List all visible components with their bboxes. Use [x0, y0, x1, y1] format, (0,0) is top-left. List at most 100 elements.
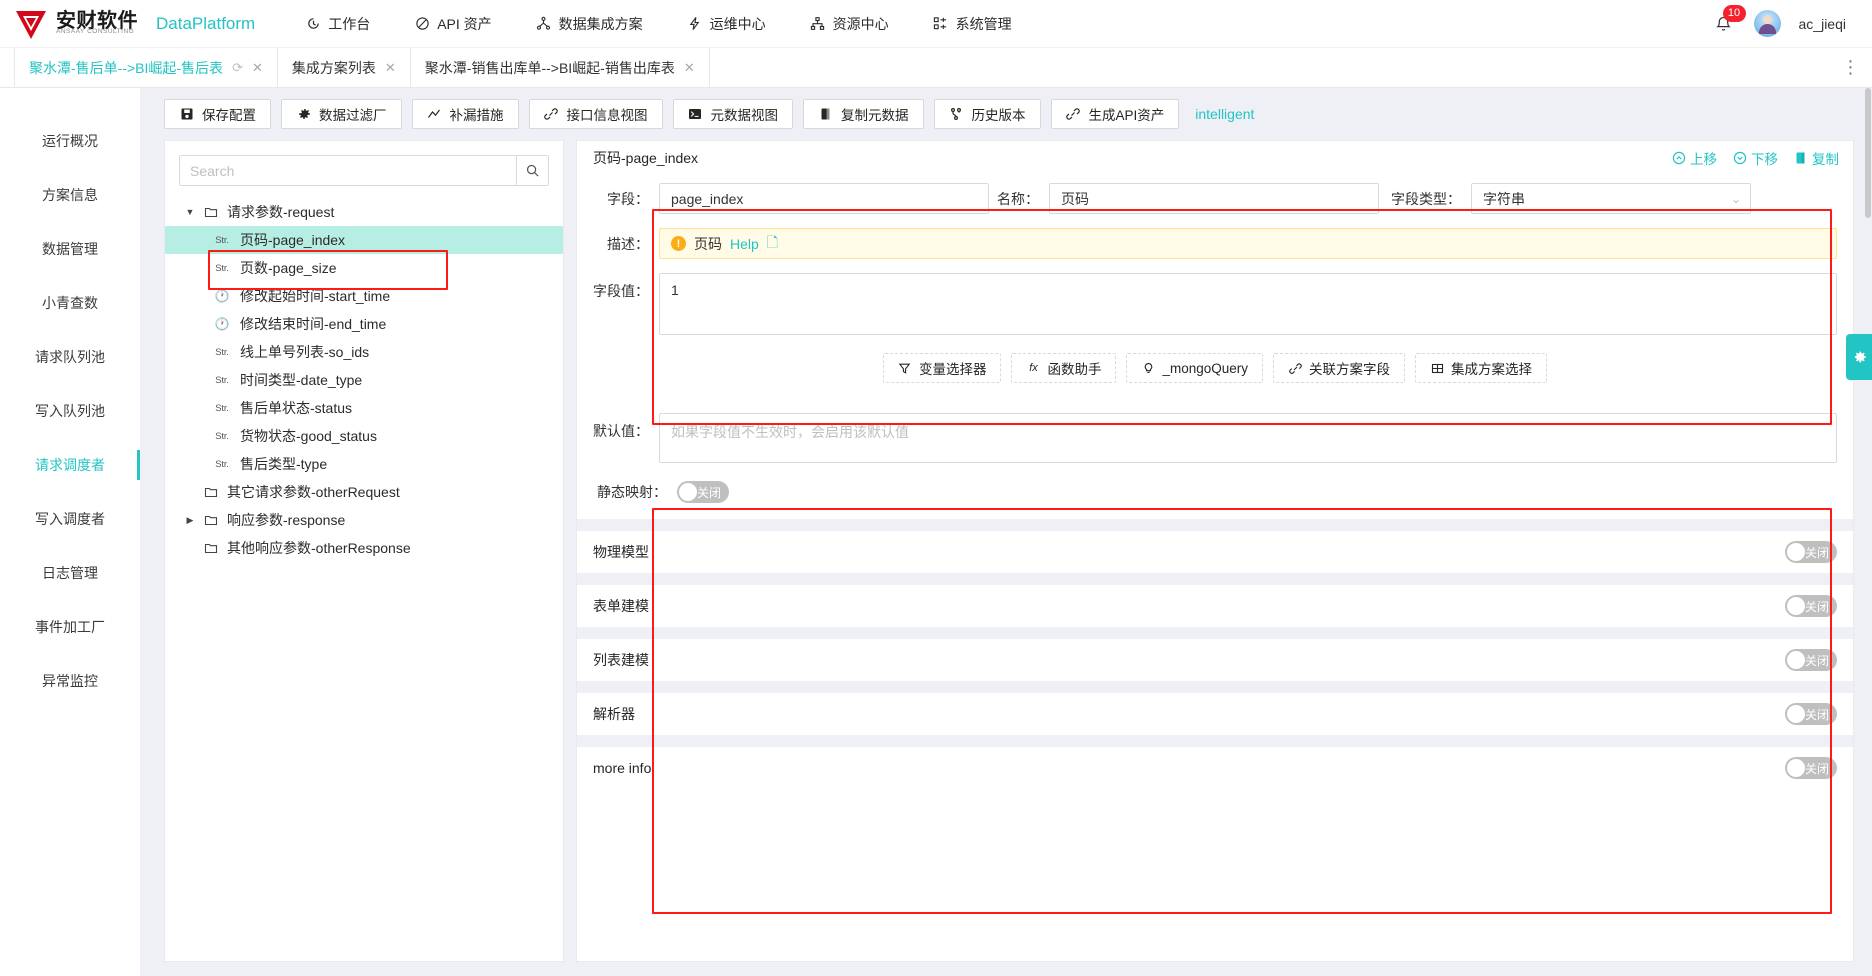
nav-item-system-admin[interactable]: 系统管理: [911, 0, 1034, 48]
form-modeling-toggle[interactable]: 关闭: [1784, 595, 1837, 617]
field-value-label: 字段值：: [593, 283, 649, 299]
tab-aftersale[interactable]: 聚水潭-售后单-->BI崛起-售后表 ⟳ ✕: [14, 48, 278, 87]
sidebar-item-request-queue-pool[interactable]: 请求队列池: [0, 330, 140, 384]
save-config-button[interactable]: 保存配置: [164, 99, 271, 129]
patch-measures-button[interactable]: 补漏措施: [411, 99, 519, 129]
tab-integration-list[interactable]: 集成方案列表 ✕: [278, 48, 411, 87]
tree-node-end-time[interactable]: 🕐 修改结束时间-end_time: [165, 310, 563, 338]
search-box[interactable]: [179, 155, 549, 186]
tree-node-so-ids[interactable]: Str. 线上单号列表-so_ids: [165, 338, 563, 366]
cluster-icon: [810, 16, 826, 32]
sidebar-item-write-scheduler[interactable]: 写入调度者: [0, 492, 140, 546]
parser-toggle[interactable]: 关闭: [1784, 703, 1837, 725]
nav-item-resource-center[interactable]: 资源中心: [788, 0, 911, 48]
interface-info-view-button[interactable]: 接口信息视图: [528, 99, 663, 129]
help-link[interactable]: Help: [730, 236, 759, 252]
field-input[interactable]: [659, 183, 989, 214]
sidebar-item-scheme-info[interactable]: 方案信息: [0, 168, 140, 222]
tree-node-status[interactable]: Str. 售后单状态-status: [165, 394, 563, 422]
nav-item-ops-center[interactable]: 运维中心: [665, 0, 788, 48]
close-icon[interactable]: ✕: [385, 60, 396, 76]
sidebar-item-event-factory[interactable]: 事件加工厂: [0, 600, 140, 654]
avatar[interactable]: [1753, 10, 1781, 37]
generate-api-asset-button[interactable]: 生成API资产: [1050, 99, 1180, 129]
variable-selector-button[interactable]: 变量选择器: [882, 353, 1002, 383]
data-filter-factory-button[interactable]: 数据过滤厂: [281, 99, 402, 129]
chevron-down-icon[interactable]: ▼: [183, 207, 197, 217]
nav-item-data-integration[interactable]: 数据集成方案: [514, 0, 665, 48]
tree-node-request[interactable]: ▼ 请求参数-request: [165, 198, 563, 226]
tab-sales-outbound[interactable]: 聚水潭-销售出库单-->BI崛起-销售出库表 ✕: [411, 48, 710, 87]
move-up-button[interactable]: 上移: [1672, 148, 1717, 168]
tab-overflow-menu-icon[interactable]: ⋮: [1830, 48, 1872, 87]
tree-node-label: 修改起始时间-start_time: [240, 288, 391, 304]
document-icon[interactable]: 🗋: [767, 232, 778, 256]
field-type-select[interactable]: [1471, 183, 1751, 214]
section-more-info[interactable]: more info 关闭: [577, 747, 1853, 789]
page-scrollbar[interactable]: [1864, 88, 1872, 976]
tree-node-other-response[interactable]: ▶ 其他响应参数-otherResponse: [165, 534, 563, 562]
function-helper-button[interactable]: fx 函数助手: [1011, 353, 1117, 383]
tree-node-page-index[interactable]: Str. 页码-page_index: [165, 226, 563, 254]
tree-node-label: 页数-page_size: [240, 260, 337, 276]
page-title: 页码-page_index: [593, 150, 699, 166]
section-form-modeling[interactable]: 表单建模 关闭: [577, 585, 1853, 627]
nav-item-api-assets[interactable]: API 资产: [392, 0, 513, 48]
tree-node-type[interactable]: Str. 售后类型-type: [165, 450, 563, 478]
branch-icon: [949, 107, 964, 122]
section-label: 列表建模: [593, 652, 649, 668]
sidebar-item-overview[interactable]: 运行概况: [0, 114, 140, 168]
sidebar-item-data-management[interactable]: 数据管理: [0, 222, 140, 276]
sidebar-item-write-queue-pool[interactable]: 写入队列池: [0, 384, 140, 438]
sidebar-item-exception-monitor[interactable]: 异常监控: [0, 654, 140, 708]
history-version-button[interactable]: 历史版本: [933, 99, 1041, 129]
tree-node-label: 售后类型-type: [240, 456, 328, 472]
refresh-icon[interactable]: ⟳: [232, 60, 243, 76]
tree-node-other-request[interactable]: ▶ 其它请求参数-otherRequest: [165, 478, 563, 506]
description-row: 描述： ! 页码 Help 🗋: [593, 228, 1837, 259]
copy-field-button[interactable]: 复制: [1794, 148, 1839, 168]
search-button[interactable]: [516, 156, 548, 185]
sidebar-item-xiaoqing-query[interactable]: 小青查数: [0, 276, 140, 330]
tree-node-page-size[interactable]: Str. 页数-page_size: [165, 254, 563, 282]
static-mapping-toggle[interactable]: 关闭: [677, 481, 730, 503]
notifications-button[interactable]: 10: [1714, 4, 1746, 36]
integration-scheme-select-button[interactable]: 集成方案选择: [1415, 353, 1548, 383]
more-info-toggle[interactable]: 关闭: [1784, 757, 1837, 779]
mongo-query-button[interactable]: _mongoQuery: [1126, 353, 1264, 383]
search-input[interactable]: [180, 156, 516, 185]
tree-node-date-type[interactable]: Str. 时间类型-date_type: [165, 366, 563, 394]
field-value-textarea[interactable]: [659, 273, 1837, 335]
close-icon[interactable]: ✕: [684, 60, 695, 76]
sidebar-item-request-scheduler[interactable]: 请求调度者: [0, 438, 140, 492]
string-type-icon: Str.: [215, 346, 229, 358]
related-scheme-field-button[interactable]: 关联方案字段: [1273, 353, 1406, 383]
copy-metadata-button[interactable]: 复制元数据: [803, 99, 924, 129]
tree-node-start-time[interactable]: 🕐 修改起始时间-start_time: [165, 282, 563, 310]
physical-model-toggle[interactable]: 关闭: [1784, 541, 1837, 563]
brand-logo[interactable]: 安财软件 ANSAAY CONSULTING DataPlatform: [14, 7, 255, 41]
chevron-right-icon[interactable]: ▶: [183, 515, 197, 526]
default-value-textarea[interactable]: [659, 413, 1837, 463]
settings-drawer-handle[interactable]: [1846, 334, 1872, 380]
scrollbar-thumb[interactable]: [1865, 88, 1871, 218]
sidebar-item-label: 方案信息: [42, 187, 98, 203]
move-down-button[interactable]: 下移: [1733, 148, 1778, 168]
section-list-modeling[interactable]: 列表建模 关闭: [577, 639, 1853, 681]
section-parser[interactable]: 解析器 关闭: [577, 693, 1853, 735]
list-modeling-toggle[interactable]: 关闭: [1784, 649, 1837, 671]
metadata-view-button[interactable]: 元数据视图: [672, 99, 793, 129]
section-physical-model[interactable]: 物理模型 关闭: [577, 531, 1853, 573]
nav-item-workbench[interactable]: 工作台: [283, 0, 392, 48]
toggle-state-label: 关闭: [1804, 545, 1829, 560]
tree-node-label: 货物状态-good_status: [240, 428, 377, 444]
tree-node-good-status[interactable]: Str. 货物状态-good_status: [165, 422, 563, 450]
sidebar-item-log-management[interactable]: 日志管理: [0, 546, 140, 600]
tree-node-response[interactable]: ▶ 响应参数-response: [165, 506, 563, 534]
sidebar-item-label: 写入队列池: [35, 403, 105, 419]
name-input[interactable]: [1049, 183, 1379, 214]
close-icon[interactable]: ✕: [252, 60, 263, 76]
intelligent-link[interactable]: intelligent: [1195, 106, 1254, 122]
username-label[interactable]: ac_jieqi: [1799, 16, 1846, 32]
folder-icon: [204, 485, 220, 499]
